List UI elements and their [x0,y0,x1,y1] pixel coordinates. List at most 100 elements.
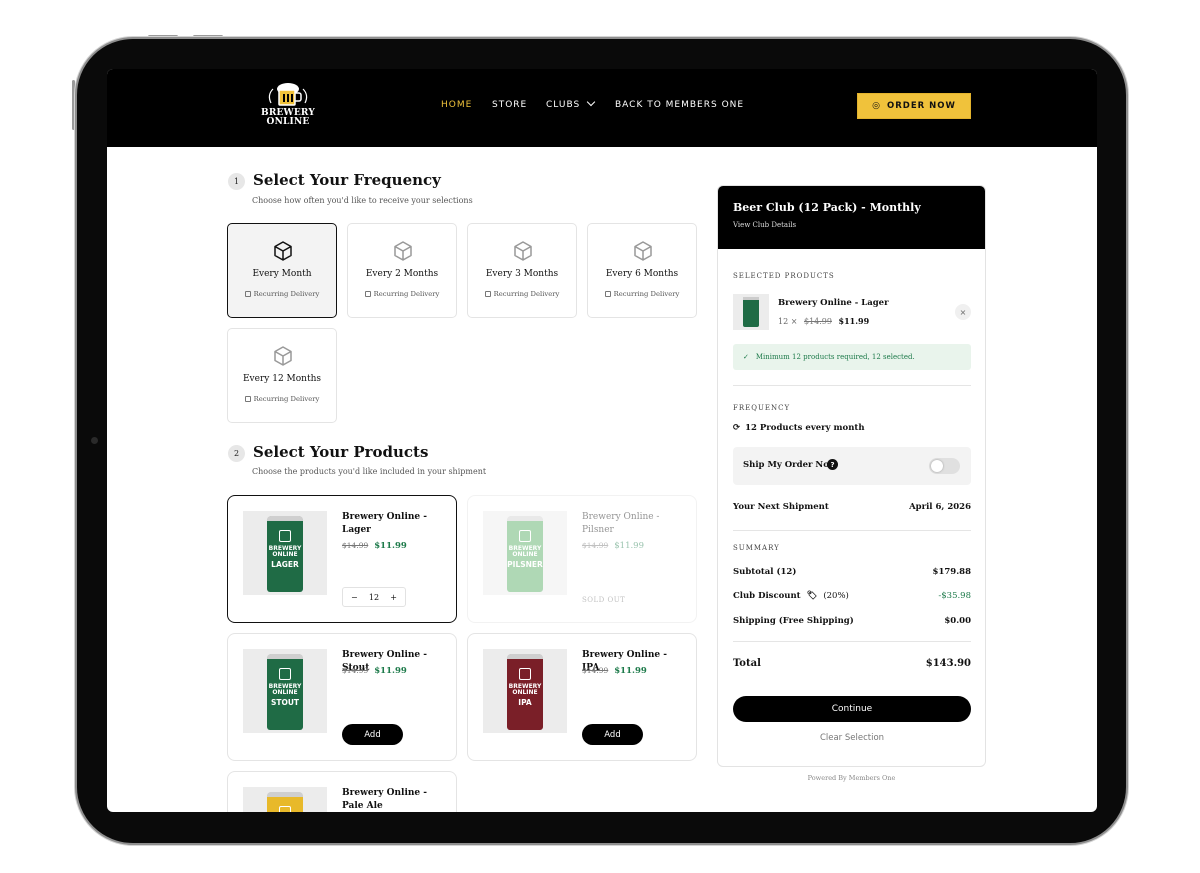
sale-price: $11.99 [374,666,407,676]
club-title: Beer Club (12 Pack) - Monthly [733,201,921,214]
order-now-button[interactable]: ◎ ORDER NOW [857,93,971,119]
beer-can-ipa: BREWERY ONLINE IPA [507,654,543,730]
box-icon [514,241,532,261]
order-now-label: ORDER NOW [887,101,956,111]
check-icon: ✓ [743,353,749,361]
product-name: Brewery Online - Pale Ale [342,788,428,811]
continue-button[interactable]: Continue [733,696,971,722]
box-icon [274,346,292,366]
product-card-ipa[interactable]: BREWERY ONLINE IPA Brewery Online - IPA $… [467,633,697,761]
nav-clubs[interactable]: CLUBS [546,97,596,116]
product-card-pale-ale[interactable]: Brewery Online - Pale Ale [227,771,457,812]
old-price: $14.99 [582,541,609,550]
product-price: $14.99 $11.99 [342,666,407,676]
selected-product-name: Brewery Online - Lager [778,298,889,308]
product-image: BREWERY ONLINE STOUT [243,649,327,733]
product-image: BREWERY ONLINE IPA [483,649,567,733]
discount-percent: (20%) [823,591,849,601]
frequency-caption: FREQUENCY [733,404,791,412]
sale-price: $11.99 [614,666,647,676]
frequency-option-sub: Recurring Delivery [348,290,456,298]
recurring-text: Recurring Delivery [493,290,560,298]
beer-can-pilsner: BREWERY ONLINE PILSNER [507,516,543,592]
calendar-icon [484,291,491,297]
view-club-details-link[interactable]: View Club Details [733,221,796,229]
product-name: Brewery Online - Lager [342,512,428,535]
frequency-subtitle: Choose how often you'd like to receive y… [252,196,473,205]
can-label: PILSNER [507,560,543,569]
frequency-option-label: Every 3 Months [485,269,559,279]
brand-name: BREWERY ONLINE [261,108,315,127]
selected-qty: 12 × [778,317,798,326]
chevron-down-icon [586,97,596,107]
subtotal-row: Subtotal (12) $179.88 [733,567,971,577]
next-shipment-row: Your Next Shipment April 6, 2026 [733,502,971,512]
clear-selection-link[interactable]: Clear Selection [733,733,971,743]
product-name: Brewery Online - Pilsner [582,512,660,535]
add-stout-button[interactable]: Add [342,724,403,745]
shipping-label: Shipping (Free Shipping) [733,616,854,626]
can-brand: BREWERY ONLINE [508,683,542,696]
remove-item-button[interactable]: × [955,304,971,320]
old-price: $14.99 [342,666,369,675]
nav-store[interactable]: STORE [492,100,527,116]
product-image: BREWERY ONLINE PILSNER [483,511,567,595]
product-card-pilsner: BREWERY ONLINE PILSNER Brewery Online - P… [467,495,697,623]
beer-mug-icon [268,83,308,106]
plus-button[interactable]: + [390,593,397,602]
frequency-option-every-month[interactable]: Every Month Recurring Delivery [227,223,337,318]
subtotal-label: Subtotal (12) [733,567,797,577]
frequency-option-label: Every 6 Months [605,269,679,279]
total-row: Total $143.90 [733,658,971,669]
selected-product-thumb [733,294,769,330]
quantity-stepper: − 12 + [342,587,406,607]
refresh-icon: ⟳ [733,423,741,433]
total-label: Total [733,658,761,669]
frequency-option-label: Every 12 Months [242,374,321,384]
selected-products-caption: SELECTED PRODUCTS [733,272,835,280]
frequency-option-every-3-months[interactable]: Every 3 Months Recurring Delivery [467,223,577,318]
can-brand: BREWERY ONLINE [508,545,542,558]
product-card-stout[interactable]: BREWERY ONLINE STOUT Brewery Online - Sto… [227,633,457,761]
recurring-text: Recurring Delivery [613,290,680,298]
ship-now-toggle[interactable] [929,458,960,474]
frequency-option-every-2-months[interactable]: Every 2 Months Recurring Delivery [347,223,457,318]
nav-clubs-label: CLUBS [546,100,581,110]
help-icon[interactable]: ? [827,459,838,470]
can-brand: BREWERY ONLINE [268,683,302,696]
can-label: LAGER [271,560,299,569]
product-card-lager[interactable]: BREWERY ONLINE LAGER Brewery Online - Lag… [227,495,457,623]
product-price: $14.99 $11.99 [582,541,644,551]
step-number-1: 1 [228,173,245,190]
minus-button[interactable]: − [351,593,358,602]
tag-icon: 🏷 [806,591,818,601]
frequency-title: Select Your Frequency [253,171,441,189]
beer-can-lager: BREWERY ONLINE LAGER [267,516,303,592]
frequency-option-sub: Recurring Delivery [228,395,336,403]
summary-caption: SUMMARY [733,544,780,552]
can-label: IPA [518,698,532,707]
minimum-notice-text: Minimum 12 products required, 12 selecte… [755,353,915,361]
recurring-text: Recurring Delivery [253,290,320,298]
shipping-value: $0.00 [944,616,971,626]
nav-home[interactable]: HOME [441,100,472,116]
frequency-option-every-12-months[interactable]: Every 12 Months Recurring Delivery [227,328,337,423]
frequency-summary: ⟳ 12 Products every month [733,423,865,433]
quantity-value[interactable]: 12 [369,593,379,602]
selected-product-price: 12 × $14.99 $11.99 [778,316,869,326]
frequency-option-sub: Recurring Delivery [228,290,336,298]
add-ipa-button[interactable]: Add [582,724,643,745]
brewery-logo[interactable]: BREWERY ONLINE [259,79,317,137]
products-title: Select Your Products [253,443,429,461]
sale-price: $11.99 [374,541,407,551]
order-summary-panel: Beer Club (12 Pack) - Monthly View Club … [717,185,986,767]
nav-back-to-members-one[interactable]: BACK TO MEMBERS ONE [615,100,744,116]
box-icon [274,241,292,261]
beer-can-stout: BREWERY ONLINE STOUT [267,654,303,730]
frequency-option-every-6-months[interactable]: Every 6 Months Recurring Delivery [587,223,697,318]
discount-value: -$35.98 [938,591,971,601]
box-icon [394,241,412,261]
product-image [243,787,327,812]
product-price: $14.99 $11.99 [342,541,407,551]
old-price: $14.99 [582,666,609,675]
